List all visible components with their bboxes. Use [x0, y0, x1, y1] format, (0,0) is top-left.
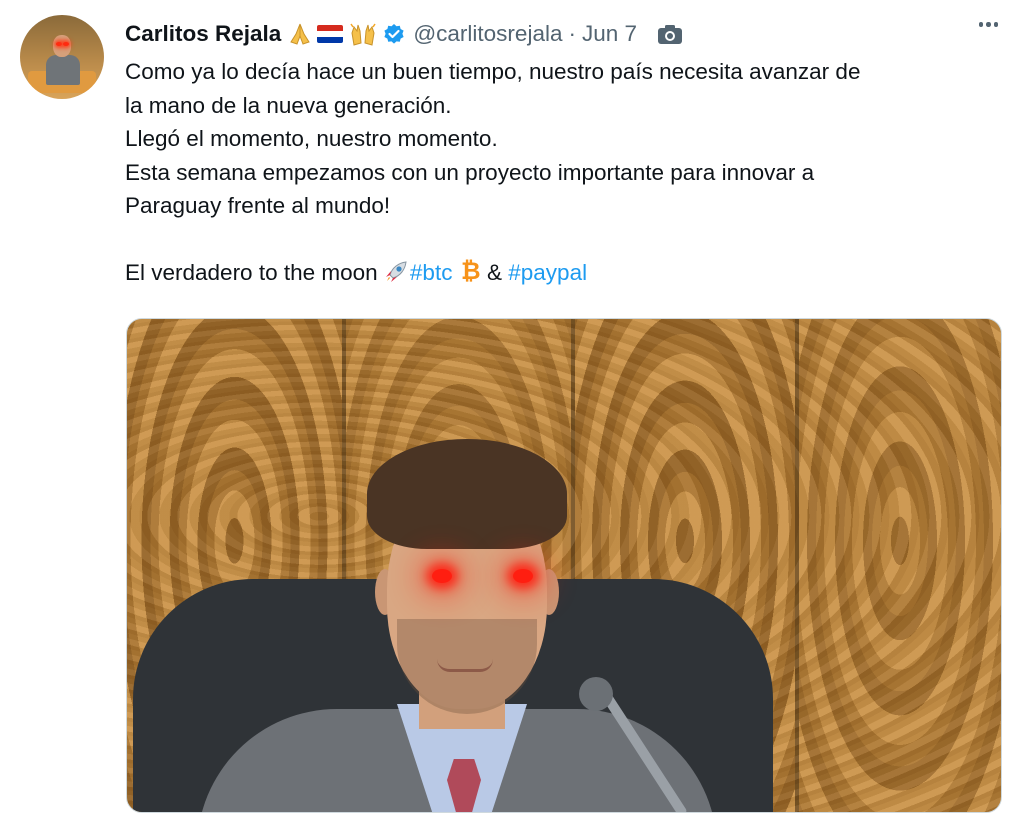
- microphone-icon: [579, 677, 613, 711]
- camera-icon: [657, 23, 683, 45]
- ampersand: &: [486, 260, 502, 285]
- bitcoin-icon: ₿: [459, 257, 481, 294]
- header-separator: ·: [568, 21, 576, 46]
- tweet-text-line-3: Llegó el momento, nuestro momento.: [125, 126, 498, 151]
- hair: [367, 439, 567, 549]
- tweet-text-line-2: la mano de la nueva generación.: [125, 92, 452, 118]
- tweet-text-line-5: Paraguay frente al mundo!: [125, 193, 391, 218]
- wood-panel-4: [799, 319, 1001, 812]
- svg-text:₿: ₿: [461, 258, 481, 284]
- tweet-photo[interactable]: [126, 318, 1002, 813]
- author-avatar[interactable]: [20, 15, 104, 99]
- tweet-text: Como ya lo decía hace un buen tiempo, nu…: [125, 55, 1005, 294]
- tweet-date[interactable]: Jun 7: [582, 21, 637, 47]
- author-name[interactable]: Carlitos Rejala: [125, 21, 281, 47]
- verified-badge-icon: [383, 23, 405, 45]
- tweet-text-line-1: Como ya lo decía hace un buen tiempo, nu…: [125, 59, 861, 84]
- author-handle[interactable]: @carlitosrejala: [413, 21, 562, 47]
- hashtag-paypal[interactable]: #paypal: [508, 260, 587, 285]
- last-line-prefix: El verdadero to the moon: [125, 260, 378, 285]
- avatar-body: [46, 55, 80, 85]
- avatar-laser-eye-left: [56, 42, 62, 46]
- tweet-text-last-line: El verdadero to the moon #btc ₿ & #paypa…: [125, 256, 1005, 294]
- hashtag-btc[interactable]: #btc: [410, 260, 453, 285]
- tweet-header: Carlitos Rejala @carlitosrejala · Jun 7: [125, 16, 1024, 52]
- avatar-head: [53, 35, 71, 57]
- laser-eye-right: [513, 569, 533, 583]
- tweet-text-line-4: Esta semana empezamos con un proyecto im…: [125, 159, 815, 185]
- avatar-laser-eye-right: [63, 42, 69, 46]
- smile: [437, 659, 493, 672]
- folded-hands-icon: [287, 22, 313, 46]
- paraguay-flag-icon: [317, 25, 344, 43]
- more-options-icon[interactable]: [978, 22, 998, 27]
- raising-hands-icon: [349, 21, 377, 47]
- rocket-icon: [384, 258, 410, 294]
- laser-eye-left: [432, 569, 452, 583]
